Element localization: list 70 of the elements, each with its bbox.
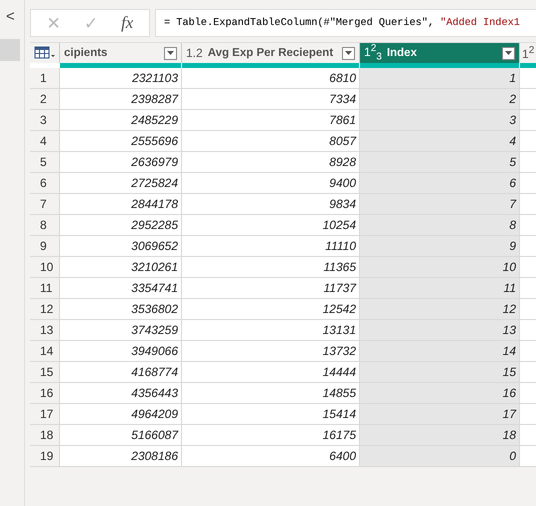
column-header[interactable]: 1$^{2}$$_{3}$ Index <box>359 43 519 63</box>
row-number: 1 <box>30 68 59 88</box>
row-number: 9 <box>30 236 59 256</box>
function-button[interactable]: fx <box>121 13 134 33</box>
row-number: 13 <box>30 320 59 340</box>
row-number: 17 <box>30 404 59 424</box>
row-number: 3 <box>30 110 59 130</box>
table-icon[interactable] <box>34 46 56 60</box>
table-cell: 2555696 <box>59 131 181 151</box>
table-cell: 6 <box>359 173 519 193</box>
table-cell: 2952285 <box>59 215 181 235</box>
row-number: 12 <box>30 299 59 319</box>
table-cell: 8 <box>359 215 519 235</box>
table-cell: 1 <box>359 68 519 88</box>
filter-dropdown[interactable] <box>342 46 355 60</box>
table-cell: 2 <box>359 89 519 109</box>
filter-dropdown[interactable] <box>164 46 177 60</box>
table-cell: 4964209 <box>59 404 181 424</box>
row-number: 7 <box>30 194 59 214</box>
row-number: 6 <box>30 173 59 193</box>
row-number: 8 <box>30 215 59 235</box>
table-cell: 3354741 <box>59 278 181 298</box>
table-cell: 13 <box>359 320 519 340</box>
table-cell: 7 <box>359 194 519 214</box>
table-cell: 2398287 <box>59 89 181 109</box>
row-number: 15 <box>30 362 59 382</box>
row-number: 14 <box>30 341 59 361</box>
table-cell: 2725824 <box>59 173 181 193</box>
table-cell: 2308186 <box>59 446 181 466</box>
table-cell: 3743259 <box>59 320 181 340</box>
formula-field[interactable]: = Table.ExpandTableColumn(#"Merged Queries", "Added Index1 <box>155 9 536 37</box>
row-number: 5 <box>30 152 59 172</box>
row-number: 10 <box>30 257 59 277</box>
table-cell: 2636979 <box>59 152 181 172</box>
table-cell: 3536802 <box>59 299 181 319</box>
table-cell: 3210261 <box>59 257 181 277</box>
table-cell: 5 <box>359 152 519 172</box>
table-cell: 15 <box>359 362 519 382</box>
table-cell: 18 <box>359 425 519 445</box>
table-cell: 2321103 <box>59 68 181 88</box>
table-cell: 11 <box>359 278 519 298</box>
table-cell: 4 <box>359 131 519 151</box>
row-number: 4 <box>30 131 59 151</box>
table-cell: 3069652 <box>59 236 181 256</box>
caret-icon <box>345 51 352 55</box>
collapse-button[interactable]: < <box>6 8 15 26</box>
table-cell: 5166087 <box>59 425 181 445</box>
table-cell: 17 <box>359 404 519 424</box>
table-cell: 4356443 <box>59 383 181 403</box>
row-number: 16 <box>30 383 59 403</box>
table-cell: 2485229 <box>59 110 181 130</box>
caret-icon <box>505 51 512 55</box>
table-cell: 16 <box>359 383 519 403</box>
table-cell: 12 <box>359 299 519 319</box>
table-cell: 10 <box>359 257 519 277</box>
data-type-label[interactable]: 1$^{2}$ <box>522 45 534 61</box>
row-number: 11 <box>30 278 59 298</box>
table-cell: 3 <box>359 110 519 130</box>
table-cell: 14 <box>359 341 519 361</box>
table-cell: 2844178 <box>59 194 181 214</box>
row-number: 2 <box>30 89 59 109</box>
filter-dropdown[interactable] <box>502 46 515 60</box>
table-cell: 9 <box>359 236 519 256</box>
data-type-label[interactable]: 1.2 <box>186 46 203 60</box>
row-number: 18 <box>30 425 59 445</box>
table-cell: 0 <box>359 446 519 466</box>
caret-icon <box>167 51 174 55</box>
table-cell: 4168774 <box>59 362 181 382</box>
row-number: 19 <box>30 446 59 466</box>
table-cell: 3949066 <box>59 341 181 361</box>
